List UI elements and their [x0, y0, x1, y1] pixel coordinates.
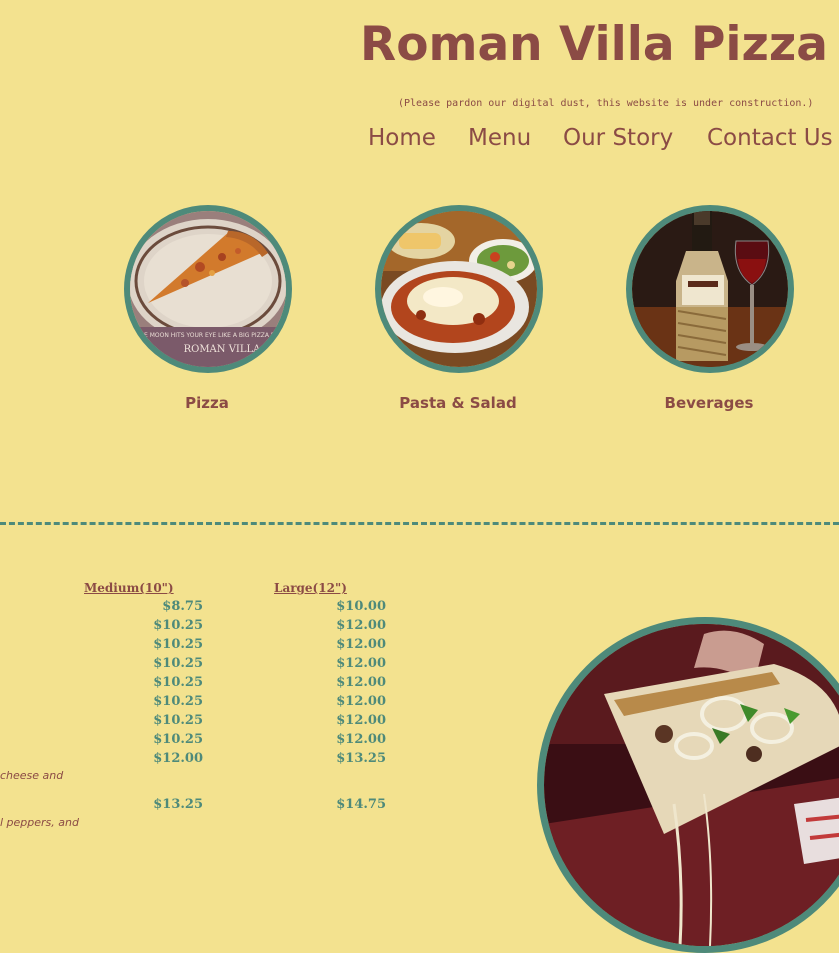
price-medium: $10.25 [153, 675, 203, 690]
price-large: $10.00 [336, 599, 386, 614]
category-beverages-label[interactable]: Beverages [626, 394, 792, 412]
price-medium: $8.75 [162, 599, 203, 614]
price-large: $12.00 [336, 675, 386, 690]
menu-item-description: l peppers, and [0, 816, 79, 829]
nav-menu-link[interactable]: Menu [468, 121, 531, 155]
category-pasta-salad-label[interactable]: Pasta & Salad [375, 394, 541, 412]
price-large: $12.00 [336, 656, 386, 671]
nav-home-link[interactable]: Home [368, 121, 436, 155]
price-medium: $10.25 [153, 637, 203, 652]
nav-contact-us-link[interactable]: Contact Us [707, 121, 833, 155]
column-header-medium: Medium(10") [84, 581, 174, 595]
category-pasta-salad[interactable]: Pasta & Salad [375, 205, 543, 412]
price-medium: $10.25 [153, 618, 203, 633]
price-medium: $12.00 [153, 751, 203, 766]
category-pizza-label[interactable]: Pizza [124, 394, 290, 412]
pasta-salad-photo[interactable] [375, 205, 543, 373]
menu-item-description: cheese and [0, 769, 64, 782]
site-title: Roman Villa Pizza [360, 17, 828, 72]
pizza-photo-tagline: THE MOON HITS YOUR EYE LIKE A BIG PIZZA … [135, 332, 280, 339]
wine-bottle-photo[interactable] [626, 205, 794, 373]
price-large: $14.75 [336, 797, 386, 812]
price-large: $12.00 [336, 732, 386, 747]
price-large: $12.00 [336, 713, 386, 728]
pizza-closeup-photo [537, 617, 839, 953]
column-header-large: Large(12") [274, 581, 347, 595]
price-medium: $10.25 [153, 732, 203, 747]
price-medium: $10.25 [153, 713, 203, 728]
pizza-photo-caption: ROMAN VILLA [184, 344, 262, 355]
price-medium: $10.25 [153, 656, 203, 671]
section-divider [0, 522, 839, 525]
price-large: $12.00 [336, 694, 386, 709]
construction-notice: (Please pardon our digital dust, this we… [398, 98, 814, 109]
price-large: $12.00 [336, 618, 386, 633]
price-medium: $10.25 [153, 694, 203, 709]
pizza-slice-photo[interactable]: THE MOON HITS YOUR EYE LIKE A BIG PIZZA … [124, 205, 292, 373]
price-large: $12.00 [336, 637, 386, 652]
nav-our-story-link[interactable]: Our Story [563, 121, 673, 155]
category-beverages[interactable]: Beverages [626, 205, 794, 412]
price-large: $13.25 [336, 751, 386, 766]
category-pizza[interactable]: THE MOON HITS YOUR EYE LIKE A BIG PIZZA … [124, 205, 292, 412]
price-medium: $13.25 [153, 797, 203, 812]
